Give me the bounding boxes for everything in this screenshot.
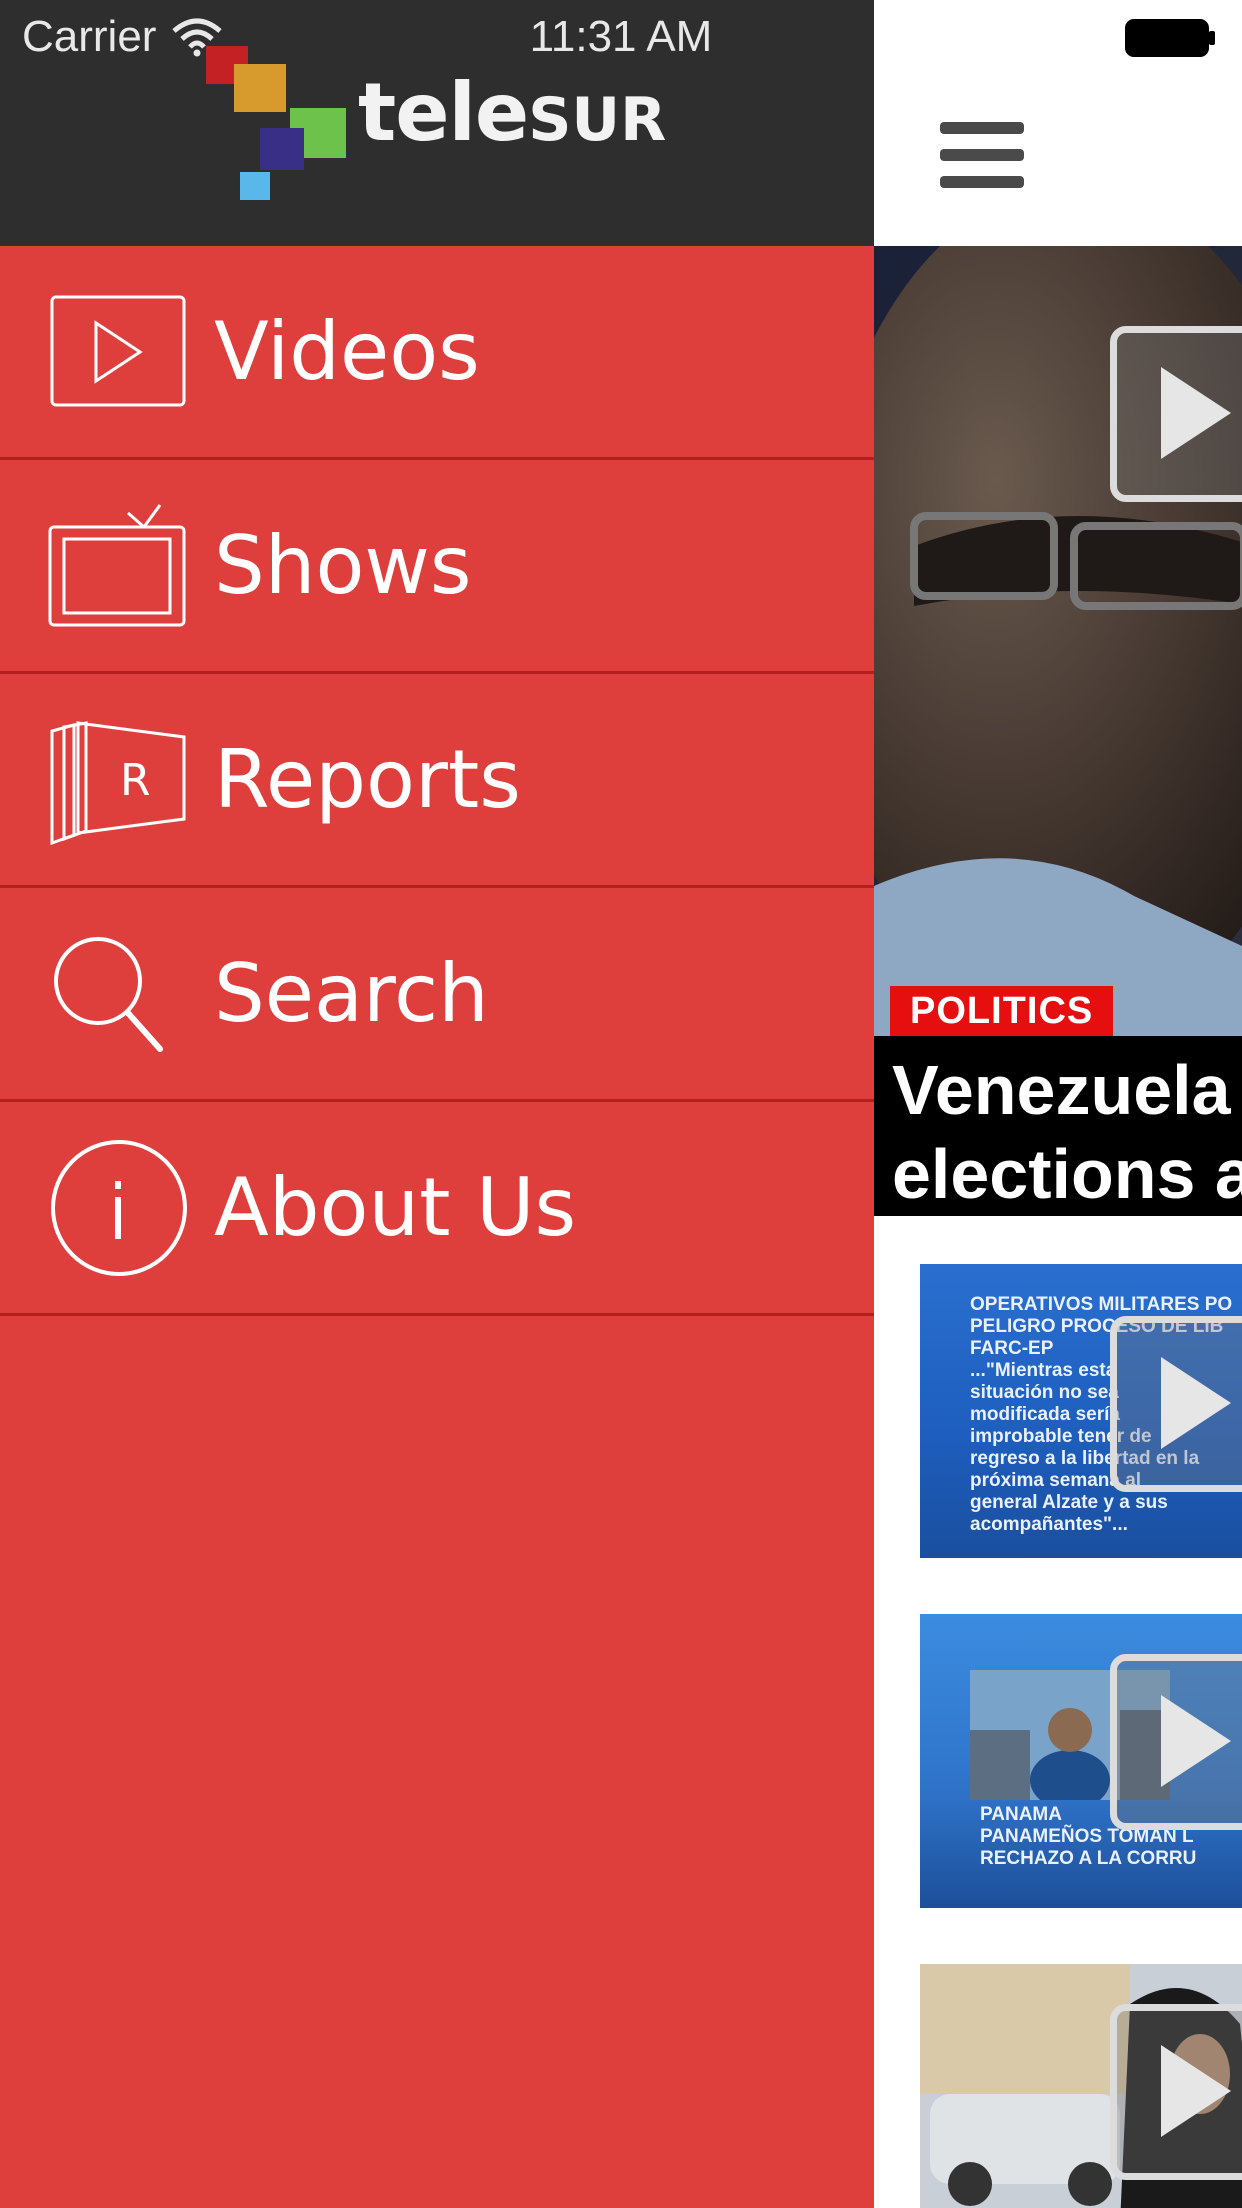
category-badge: POLITICS — [890, 986, 1114, 1036]
search-icon — [54, 936, 163, 1052]
play-icon — [50, 295, 186, 406]
thumbnail-play-button[interactable] — [1110, 1654, 1242, 1830]
play-triangle-icon — [1161, 2045, 1231, 2137]
menu-item-about[interactable]: About Us — [0, 1102, 874, 1316]
hero-play-button[interactable] — [1110, 326, 1242, 502]
hero-article[interactable]: POLITICS Venezuela elections a — [874, 246, 1242, 1216]
thumbnail-play-button[interactable] — [1110, 1316, 1242, 1492]
telesur-logo: teleSUR — [204, 46, 666, 206]
menu-label-videos: Videos — [214, 305, 480, 398]
menu-item-shows[interactable]: Shows — [0, 460, 874, 674]
logo-blocks-icon — [206, 46, 346, 200]
thumbnail-play-button[interactable] — [1110, 2004, 1242, 2180]
status-carrier: Carrier — [22, 12, 224, 62]
menu-item-reports[interactable]: R Reports — [0, 674, 874, 888]
svg-text:R: R — [120, 755, 151, 806]
hero-title: Venezuela elections a — [892, 1051, 1242, 1213]
play-triangle-icon — [1161, 367, 1231, 459]
menu-label-reports: Reports — [214, 733, 521, 826]
hero-caption: Venezuela elections a — [874, 1036, 1242, 1216]
video-thumbnail[interactable]: OPERATIVOS MILITARES PO PELIGRO PROCESO … — [920, 1264, 1242, 1558]
video-thumbnail[interactable] — [920, 1964, 1242, 2208]
menu-label-about: About Us — [214, 1161, 577, 1254]
menu-item-videos[interactable]: Videos — [0, 246, 874, 460]
menu-toggle-button[interactable] — [940, 122, 1024, 188]
reports-icon: R — [50, 720, 186, 845]
wifi-icon — [172, 18, 223, 57]
navigation-drawer: teleSUR Videos Shows R Reports Search Ab… — [0, 0, 874, 2208]
menu-label-shows: Shows — [214, 519, 472, 612]
main-content: POLITICS Venezuela elections a OPERATIVO… — [874, 0, 1242, 2208]
tv-icon — [48, 503, 186, 626]
play-triangle-icon — [1161, 1695, 1231, 1787]
play-triangle-icon — [1161, 1357, 1231, 1449]
battery-icon — [1125, 19, 1215, 57]
menu-item-search[interactable]: Search — [0, 888, 874, 1102]
info-icon — [51, 1139, 187, 1276]
drawer-menu: Videos Shows R Reports Search About Us — [0, 246, 874, 1316]
logo-wordmark: teleSUR — [358, 66, 667, 159]
menu-label-search: Search — [214, 947, 489, 1040]
video-thumbnail[interactable]: PANAMA PANAMEÑOS TOMAN L RECHAZO A LA CO… — [920, 1614, 1242, 1908]
